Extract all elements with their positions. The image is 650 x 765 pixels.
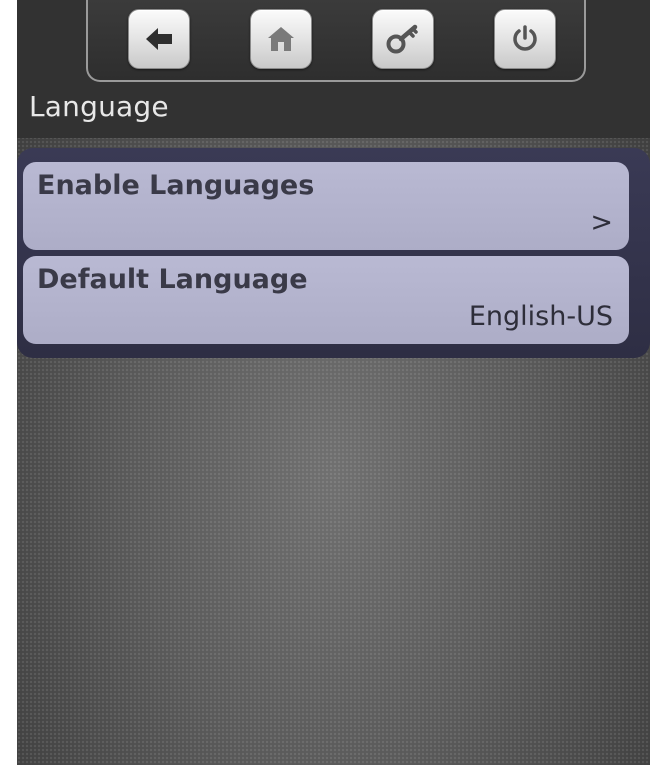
menu-list: Enable Languages > Default Language Engl… xyxy=(17,148,650,358)
back-button[interactable] xyxy=(128,9,190,69)
menu-item-label: Default Language xyxy=(37,264,308,295)
power-button[interactable] xyxy=(494,9,556,69)
menu-item-enable-languages[interactable]: Enable Languages > xyxy=(23,162,629,250)
key-icon xyxy=(386,23,420,55)
home-icon xyxy=(266,25,296,53)
key-button[interactable] xyxy=(372,9,434,69)
header-bar: Language xyxy=(17,0,650,138)
toolbar xyxy=(86,0,586,82)
page-title: Language xyxy=(29,90,169,123)
back-arrow-icon xyxy=(144,26,174,52)
menu-item-value: English-US xyxy=(468,301,613,332)
device-screen: Language Enable Languages > Default Lang… xyxy=(17,0,650,765)
home-button[interactable] xyxy=(250,9,312,69)
menu-item-label: Enable Languages xyxy=(37,170,315,201)
power-icon xyxy=(510,24,540,54)
chevron-right-icon: > xyxy=(590,207,613,238)
menu-item-default-language[interactable]: Default Language English-US xyxy=(23,256,629,344)
